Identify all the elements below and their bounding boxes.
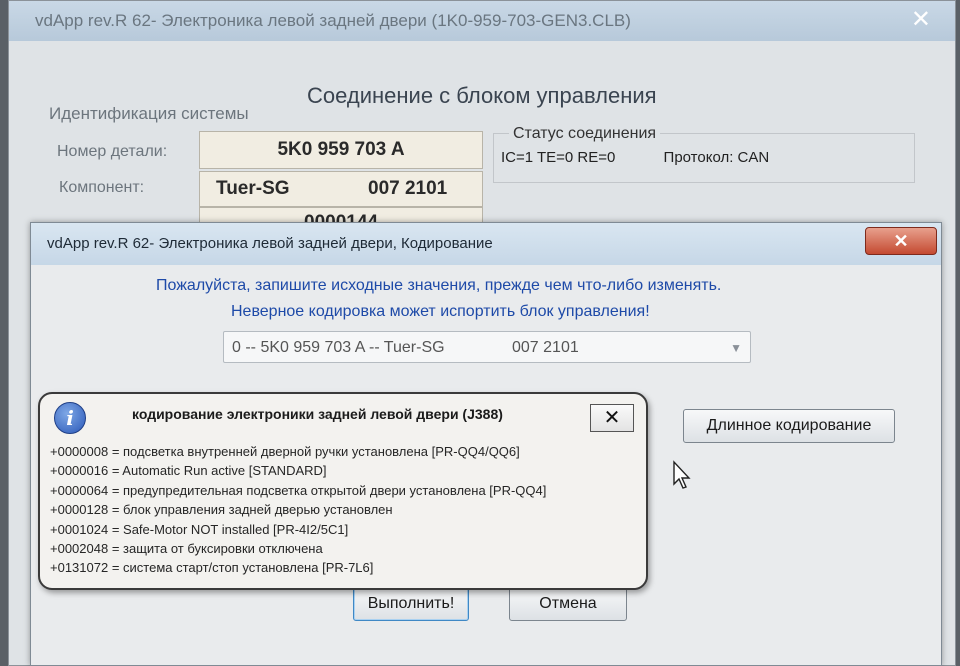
cancel-button[interactable]: Отмена: [509, 587, 627, 621]
main-window-title: vdApp rev.R 62- Электроника левой задней…: [35, 11, 631, 30]
balloon-close-button[interactable]: ✕: [590, 404, 634, 432]
connection-status-text: IC=1 TE=0 RE=0 Протокол: CAN: [501, 149, 769, 166]
connection-status-legend: Статус соединения: [509, 125, 661, 143]
component-label: Компонент:: [59, 179, 145, 196]
status-protocol: Протокол: CAN: [663, 149, 770, 166]
balloon-title: кодирование электроники задней левой две…: [132, 406, 503, 422]
coding-dialog-titlebar[interactable]: vdApp rev.R 62- Электроника левой задней…: [31, 223, 941, 265]
list-item: +0000128 = блок управления задней дверью…: [50, 502, 393, 518]
part-number-field: 5K0 959 703 A: [199, 131, 483, 169]
list-item: +0002048 = защита от буксировки отключен…: [50, 541, 323, 557]
mouse-cursor-icon: [673, 460, 691, 489]
component-field: Tuer-SG 007 2101: [199, 171, 483, 207]
connection-heading: Соединение с блоком управления: [307, 83, 657, 108]
main-window-close-button[interactable]: ✕: [911, 5, 931, 34]
info-icon: i: [54, 402, 86, 434]
chevron-down-icon: ▼: [730, 341, 742, 355]
system-id-group-label: Идентификация системы: [49, 104, 249, 123]
coding-info-balloon: i кодирование электроники задней левой д…: [38, 392, 648, 590]
main-window-titlebar[interactable]: vdApp rev.R 62- Электроника левой задней…: [9, 1, 955, 41]
component-code: 007 2101: [368, 178, 448, 199]
list-item: +0000064 = предупредительная подсветка о…: [50, 482, 547, 498]
part-number-label: Номер детали:: [57, 143, 168, 160]
coding-bits-list: +0000008 = подсветка внутренней дверной …: [50, 442, 546, 578]
list-item: +0001024 = Safe-Motor NOT installed [PR-…: [50, 521, 349, 537]
list-item: +0131072 = система старт/стоп установлен…: [50, 560, 374, 576]
list-item: +0000016 = Automatic Run active [STANDAR…: [50, 463, 327, 479]
execute-button[interactable]: Выполнить!: [353, 587, 469, 621]
component-name: Tuer-SG: [216, 178, 290, 199]
module-select-value: 0 -- 5K0 959 703 A -- Tuer-SG: [232, 339, 445, 356]
coding-dialog-close-button[interactable]: ✕: [865, 227, 937, 255]
list-item: +0000008 = подсветка внутренней дверной …: [50, 444, 520, 459]
module-select-code: 007 2101: [512, 339, 579, 356]
warning-message-line1: Пожалуйста, запишите исходные значения, …: [156, 277, 722, 294]
warning-message-line2: Неверное кодировка может испортить блок …: [231, 303, 650, 320]
long-coding-button[interactable]: Длинное кодирование: [683, 409, 895, 443]
status-flags: IC=1 TE=0 RE=0: [501, 149, 616, 166]
module-select[interactable]: 0 -- 5K0 959 703 A -- Tuer-SG 007 2101 ▼: [223, 331, 751, 363]
coding-dialog-title: vdApp rev.R 62- Электроника левой задней…: [47, 235, 493, 252]
